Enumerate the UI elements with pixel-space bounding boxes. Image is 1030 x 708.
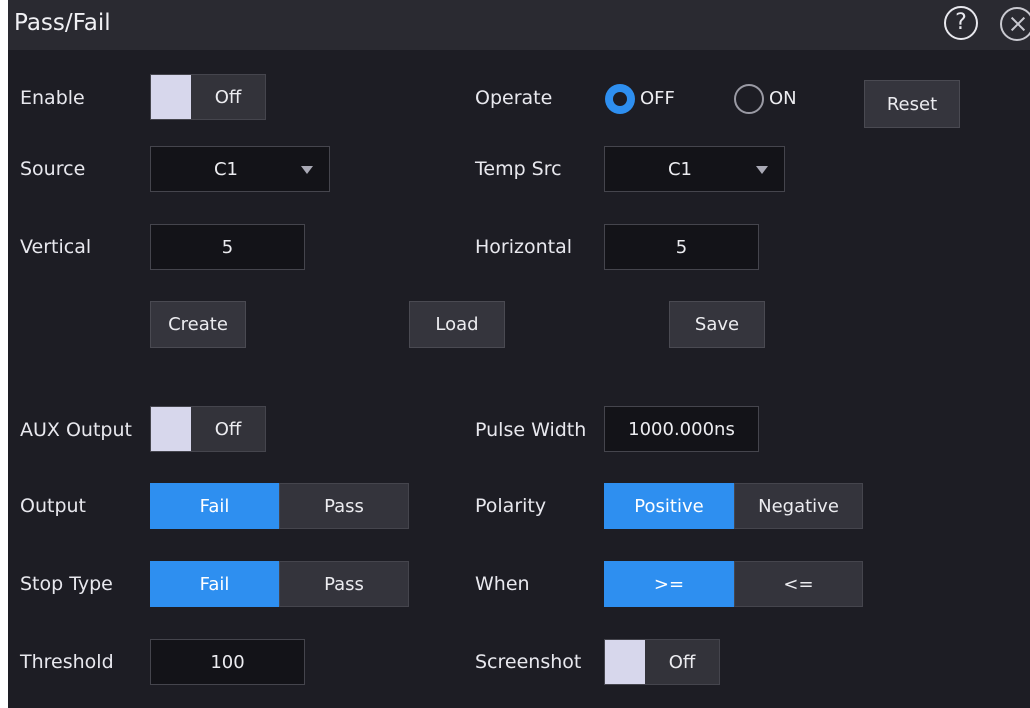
aux-output-toggle[interactable]: Off xyxy=(150,406,266,452)
source-label: Source xyxy=(20,158,86,180)
source-value: C1 xyxy=(213,158,239,180)
enable-label: Enable xyxy=(20,87,85,109)
temp-src-value: C1 xyxy=(667,158,693,180)
output-fail-option[interactable]: Fail xyxy=(150,483,279,529)
horizontal-label: Horizontal xyxy=(475,236,573,258)
save-button[interactable]: Save xyxy=(669,301,765,348)
enable-toggle[interactable]: Off xyxy=(150,74,266,120)
source-dropdown[interactable]: C1 xyxy=(150,146,330,192)
toggle-knob xyxy=(605,640,645,684)
temp-src-label: Temp Src xyxy=(475,158,562,180)
operate-on-label: ON xyxy=(769,88,797,109)
polarity-label: Polarity xyxy=(475,495,547,517)
toggle-knob xyxy=(151,75,191,119)
when-lte-option[interactable]: <= xyxy=(734,561,863,607)
horizontal-input[interactable]: 5 xyxy=(604,224,759,270)
temp-src-dropdown[interactable]: C1 xyxy=(604,146,785,192)
create-button[interactable]: Create xyxy=(150,301,246,348)
threshold-label: Threshold xyxy=(20,651,114,673)
operate-off-label: OFF xyxy=(640,88,675,109)
screenshot-toggle-state: Off xyxy=(668,651,696,673)
operate-off-radio[interactable] xyxy=(605,84,635,114)
pass-fail-dialog: Pass/Fail ? Enable Off Operate OFF ON Re… xyxy=(8,0,1030,708)
threshold-input[interactable]: 100 xyxy=(150,639,305,685)
stop-type-pass-option[interactable]: Pass xyxy=(279,561,409,607)
chevron-down-icon xyxy=(301,166,313,174)
pulse-width-label: Pulse Width xyxy=(475,419,587,441)
load-button[interactable]: Load xyxy=(409,301,505,348)
reset-button[interactable]: Reset xyxy=(864,80,960,128)
aux-output-toggle-state: Off xyxy=(214,418,242,440)
stop-type-label: Stop Type xyxy=(20,573,113,595)
polarity-negative-option[interactable]: Negative xyxy=(734,483,863,529)
pulse-width-input[interactable]: 1000.000ns xyxy=(604,406,759,452)
screenshot-toggle[interactable]: Off xyxy=(604,639,720,685)
help-icon[interactable]: ? xyxy=(944,6,978,40)
stop-type-fail-option[interactable]: Fail xyxy=(150,561,279,607)
operate-label: Operate xyxy=(475,87,553,109)
aux-output-label: AUX Output xyxy=(20,419,132,441)
toggle-knob xyxy=(151,407,191,451)
vertical-input[interactable]: 5 xyxy=(150,224,305,270)
output-pass-option[interactable]: Pass xyxy=(279,483,409,529)
polarity-positive-option[interactable]: Positive xyxy=(604,483,734,529)
vertical-label: Vertical xyxy=(20,236,92,258)
screenshot-label: Screenshot xyxy=(475,651,582,673)
close-icon[interactable] xyxy=(1000,7,1030,41)
enable-toggle-state: Off xyxy=(214,86,242,108)
dialog-title: Pass/Fail xyxy=(14,10,111,36)
operate-on-radio[interactable] xyxy=(734,84,764,114)
title-bar: Pass/Fail ? xyxy=(8,0,1030,50)
chevron-down-icon xyxy=(756,166,768,174)
output-label: Output xyxy=(20,495,86,517)
when-label: When xyxy=(475,573,530,595)
when-gte-option[interactable]: >= xyxy=(604,561,734,607)
